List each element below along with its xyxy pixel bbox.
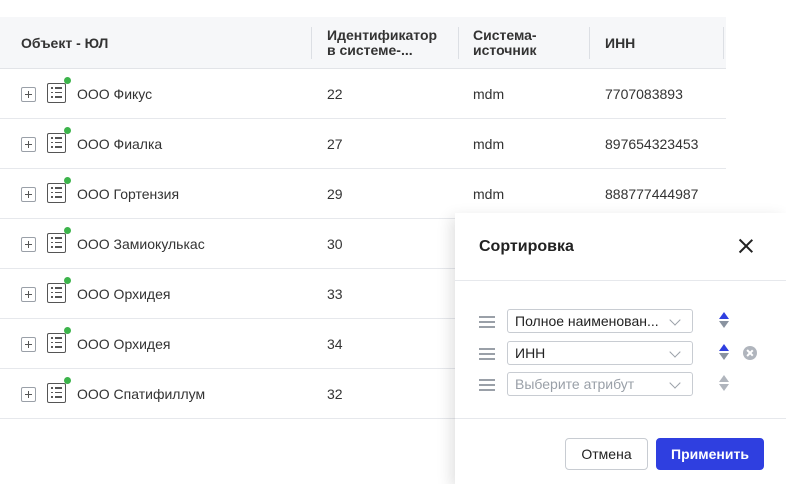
- status-dot-icon: [64, 327, 71, 334]
- divider: [455, 280, 786, 281]
- status-dot-icon: [64, 127, 71, 134]
- plus-square-icon[interactable]: [21, 87, 36, 102]
- sort-arrows-icon[interactable]: [718, 344, 730, 362]
- status-dot-icon: [64, 177, 71, 184]
- cell-id: 30: [327, 236, 343, 252]
- cell-object-name[interactable]: ООО Фиалка: [77, 119, 162, 169]
- cell-inn: 897654323453: [605, 136, 699, 152]
- sort-rule-row: Выберите атрибут: [455, 372, 786, 398]
- status-dot-icon: [64, 227, 71, 234]
- plus-square-icon[interactable]: [21, 337, 36, 352]
- plus-square-icon[interactable]: [21, 287, 36, 302]
- sort-attribute-select[interactable]: ИНН: [507, 341, 693, 365]
- cell-id: 22: [327, 86, 343, 102]
- status-dot-icon: [64, 277, 71, 284]
- table-row[interactable]: ООО Гортензия 29 mdm 888777444987: [0, 169, 726, 219]
- cell-object-name[interactable]: ООО Гортензия: [77, 169, 179, 219]
- sort-attribute-select[interactable]: Полное наименован...: [507, 309, 693, 333]
- document-list-icon: [47, 333, 66, 353]
- column-header-inn[interactable]: ИНН: [605, 17, 635, 69]
- cell-source: mdm: [473, 86, 505, 102]
- cell-object-name[interactable]: ООО Орхидея: [77, 269, 170, 319]
- drag-handle-icon[interactable]: [479, 379, 495, 391]
- table-header: Объект - ЮЛ Идентификатор в системе-... …: [0, 17, 726, 69]
- column-resize-handle[interactable]: [458, 27, 459, 59]
- cell-id: 33: [327, 286, 343, 302]
- table-row[interactable]: ООО Фиалка 27 mdm 897654323453: [0, 119, 726, 169]
- plus-square-icon[interactable]: [21, 387, 36, 402]
- document-list-icon: [47, 133, 66, 153]
- cell-source: mdm: [473, 136, 505, 152]
- column-header-id[interactable]: Идентификатор в системе-...: [327, 17, 437, 69]
- plus-square-icon[interactable]: [21, 187, 36, 202]
- drag-handle-icon[interactable]: [479, 316, 495, 328]
- plus-square-icon[interactable]: [21, 137, 36, 152]
- document-list-icon: [47, 233, 66, 253]
- status-dot-icon: [64, 377, 71, 384]
- cell-id: 27: [327, 136, 343, 152]
- document-list-icon: [47, 383, 66, 403]
- cell-id: 29: [327, 186, 343, 202]
- sort-rule-row: ИНН: [455, 341, 786, 367]
- cell-inn: 888777444987: [605, 186, 699, 202]
- cell-object-name[interactable]: ООО Спатифиллум: [77, 369, 205, 419]
- cell-source: mdm: [473, 186, 505, 202]
- cell-object-name[interactable]: ООО Фикус: [77, 69, 152, 119]
- cancel-button[interactable]: Отмена: [565, 438, 648, 470]
- cell-inn: 7707083893: [605, 86, 683, 102]
- sort-panel: Сортировка Полное наименован... ИНН Выбери…: [455, 213, 786, 484]
- remove-circle-icon[interactable]: [743, 346, 757, 360]
- document-list-icon: [47, 83, 66, 103]
- cell-id: 34: [327, 336, 343, 352]
- divider: [455, 418, 786, 419]
- column-header-source[interactable]: Система- источник: [473, 17, 537, 69]
- column-resize-handle[interactable]: [723, 27, 724, 59]
- document-list-icon: [47, 183, 66, 203]
- sort-attribute-select[interactable]: Выберите атрибут: [507, 372, 693, 396]
- document-list-icon: [47, 283, 66, 303]
- cell-object-name[interactable]: ООО Замиокулькас: [77, 219, 205, 269]
- sort-panel-title: Сортировка: [479, 238, 574, 255]
- cell-object-name[interactable]: ООО Орхидея: [77, 319, 170, 369]
- cell-id: 32: [327, 386, 343, 402]
- apply-button[interactable]: Применить: [656, 438, 764, 470]
- column-resize-handle[interactable]: [589, 27, 590, 59]
- drag-handle-icon[interactable]: [479, 348, 495, 360]
- sort-arrows-icon[interactable]: [718, 375, 730, 393]
- status-dot-icon: [64, 77, 71, 84]
- table-row[interactable]: ООО Фикус 22 mdm 7707083893: [0, 69, 726, 119]
- column-resize-handle[interactable]: [311, 27, 312, 59]
- plus-square-icon[interactable]: [21, 237, 36, 252]
- sort-arrows-icon[interactable]: [718, 312, 730, 330]
- close-icon[interactable]: [738, 238, 754, 254]
- column-header-object[interactable]: Объект - ЮЛ: [21, 17, 108, 69]
- sort-rule-row: Полное наименован...: [455, 309, 786, 335]
